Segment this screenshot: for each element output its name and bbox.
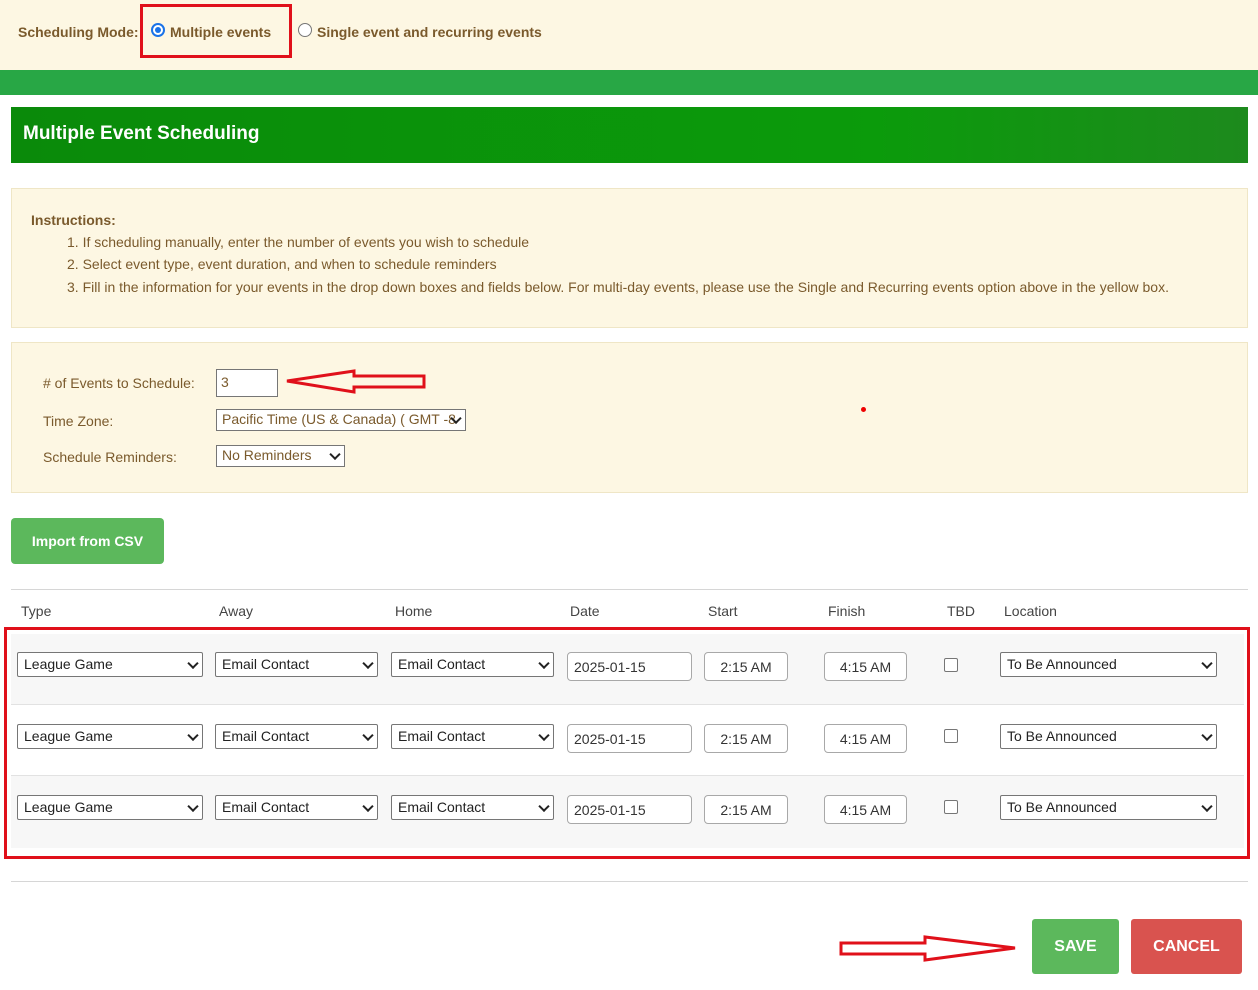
instruction-item: 3. Fill in the information for your even… (67, 279, 1169, 295)
timezone-value: Pacific Time (US & Canada) ( GMT -8 (222, 411, 456, 427)
header-tbd: TBD (947, 603, 975, 619)
instruction-item: 1. If scheduling manually, enter the num… (67, 234, 530, 250)
header-start: Start (708, 603, 738, 619)
section-title-bar: Multiple Event Scheduling (11, 107, 1248, 163)
instructions-panel: Instructions: 1. If scheduling manually,… (11, 188, 1248, 328)
rows-highlight-box (4, 627, 1250, 859)
green-divider-strip (0, 70, 1258, 95)
header-home: Home (395, 603, 433, 619)
header-finish: Finish (828, 603, 866, 619)
import-csv-button[interactable]: Import from CSV (11, 518, 164, 564)
table-top-divider (11, 589, 1248, 590)
section-title: Multiple Event Scheduling (23, 123, 260, 144)
mode-highlight-box (140, 4, 292, 58)
events-count-label: # of Events to Schedule: (43, 375, 195, 391)
scheduling-mode-label: Scheduling Mode: (18, 24, 139, 40)
table-bottom-divider (11, 881, 1248, 882)
header-type: Type (21, 603, 52, 619)
events-count-input[interactable]: 3 (216, 369, 278, 397)
instructions-title: Instructions: (31, 212, 116, 228)
save-button[interactable]: SAVE (1032, 919, 1119, 974)
annotation-arrow-right (839, 935, 1016, 962)
header-location: Location (1004, 603, 1057, 619)
single-recurring-label[interactable]: Single event and recurring events (317, 24, 542, 40)
header-date: Date (570, 603, 600, 619)
timezone-select[interactable]: Pacific Time (US & Canada) ( GMT -8 (216, 409, 466, 431)
settings-panel: # of Events to Schedule: 3 Time Zone: Pa… (11, 342, 1248, 493)
reminders-select[interactable]: No Reminders (216, 445, 345, 467)
single-recurring-radio[interactable] (298, 23, 312, 37)
header-away: Away (219, 603, 253, 619)
instruction-item: 2. Select event type, event duration, an… (67, 256, 497, 272)
red-dot-marker (861, 407, 866, 412)
annotation-arrow-left (286, 369, 426, 394)
reminders-label: Schedule Reminders: (43, 449, 177, 465)
cancel-button[interactable]: CANCEL (1131, 919, 1242, 974)
reminders-value: No Reminders (222, 447, 312, 463)
timezone-label: Time Zone: (43, 413, 114, 429)
chevron-down-icon (329, 448, 341, 461)
